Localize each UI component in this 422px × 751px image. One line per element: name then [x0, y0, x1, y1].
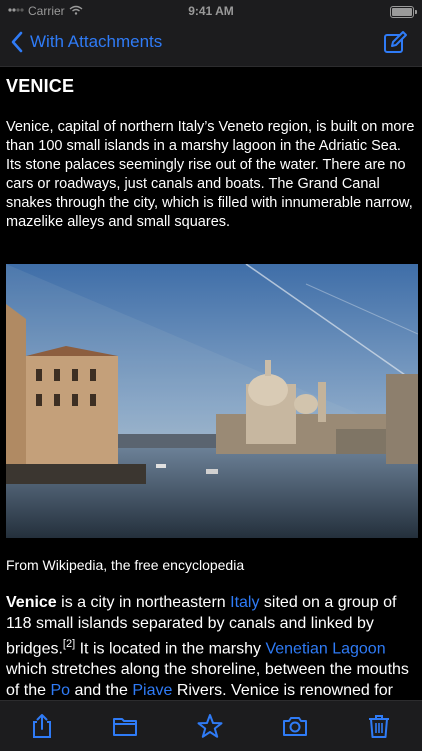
bottom-toolbar: [0, 700, 422, 751]
article-text: is a city in northeastern: [56, 594, 231, 611]
navigation-bar: With Attachments: [0, 22, 422, 67]
back-button-label: With Attachments: [30, 32, 163, 51]
note-title: VENICE: [6, 76, 75, 96]
venice-photo[interactable]: [6, 264, 418, 538]
folder-button[interactable]: [112, 713, 138, 739]
citation-link[interactable]: [2]: [63, 638, 75, 650]
intro-paragraph: Venice, capital of northern Italy’s Vene…: [6, 119, 415, 230]
compose-button[interactable]: [382, 30, 408, 61]
back-button[interactable]: With Attachments: [10, 31, 162, 53]
favorite-button[interactable]: [197, 713, 223, 739]
delete-button[interactable]: [366, 713, 392, 739]
status-time: 9:41 AM: [188, 4, 234, 18]
trash-icon: [366, 713, 392, 739]
share-icon: [29, 713, 55, 739]
battery-icon: [390, 6, 417, 18]
article-subject: Venice: [6, 594, 57, 611]
camera-icon: [282, 713, 308, 739]
article-text: It is located in the marshy: [75, 640, 266, 658]
folder-icon: [112, 713, 138, 739]
link-piave[interactable]: Piave: [132, 682, 172, 699]
chevron-left-icon: [10, 31, 24, 53]
source-caption: From Wikipedia, the free encyclopedia: [6, 557, 245, 573]
share-button[interactable]: [29, 713, 55, 739]
link-po[interactable]: Po: [50, 682, 70, 699]
note-content[interactable]: VENICE Venice, capital of northern Italy…: [0, 66, 422, 700]
star-icon: [197, 713, 223, 739]
article-paragraph: Venice is a city in northeastern Italy s…: [6, 592, 416, 700]
link-venetian-lagoon[interactable]: Venetian Lagoon: [265, 640, 385, 657]
camera-button[interactable]: [282, 713, 308, 739]
article-text: and the: [70, 682, 133, 700]
link-italy[interactable]: Italy: [230, 594, 259, 611]
status-bar: Carrier 9:41 AM: [0, 0, 422, 22]
compose-icon: [382, 31, 408, 60]
